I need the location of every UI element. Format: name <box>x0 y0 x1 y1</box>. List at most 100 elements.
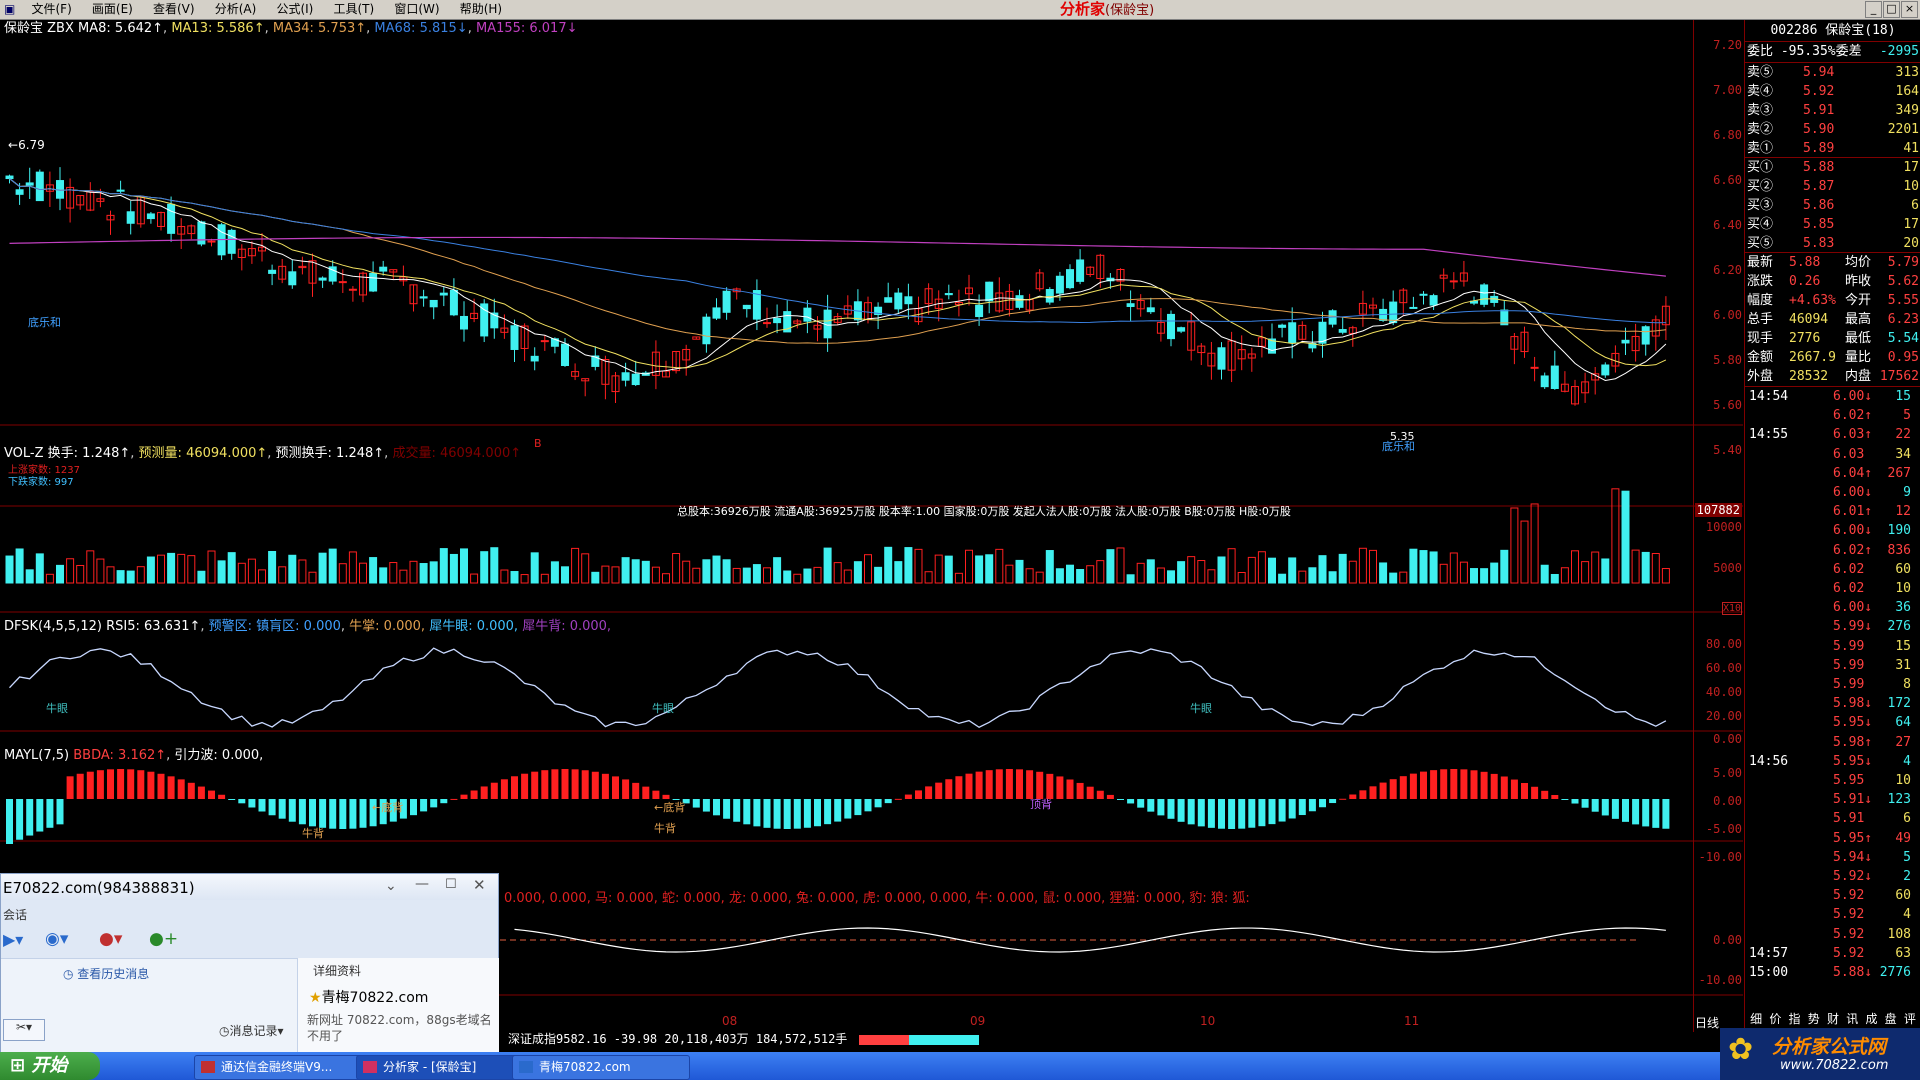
menu-help[interactable]: 帮助(H) <box>452 0 510 19</box>
buy-marker: B <box>534 437 542 450</box>
volume-bar <box>823 547 832 584</box>
tick-row: 5.92 60 <box>1745 886 1920 905</box>
mayl-bar <box>460 794 468 799</box>
menu-file[interactable]: 文件(F) <box>23 0 79 19</box>
xiniu-yan: 犀牛眼: 0.000, <box>429 619 519 634</box>
volume-bar <box>1197 560 1206 584</box>
candle-body <box>439 292 448 296</box>
task-chat[interactable]: 青梅70822.com <box>512 1055 690 1080</box>
volume-bar <box>702 559 711 584</box>
remove-user-icon[interactable]: ●▾ <box>99 929 122 949</box>
volume-bar <box>813 566 822 584</box>
chat-minimize-button[interactable]: — <box>415 876 429 892</box>
dfsk-tick: 60.00 <box>1705 661 1742 675</box>
ask-volume: 349 <box>1895 103 1919 118</box>
stat-row: 总手 46094 最高 6.23 <box>1745 310 1920 329</box>
stat-row: 现手 2776 最低 5.54 <box>1745 329 1920 348</box>
mayl-bar <box>1167 799 1175 819</box>
task-tdx[interactable]: 通达信金融终端V9... <box>194 1055 372 1080</box>
logo-name: 分析家公式网 <box>1772 1036 1887 1058</box>
quote-tabs[interactable]: 细 价 指 势 财 讯 成 盘 评 <box>1745 1010 1920 1029</box>
volume-bar <box>480 551 489 584</box>
chat-tools-button[interactable]: ✂▾ <box>3 1019 45 1041</box>
mayl-bar <box>127 769 135 799</box>
candle-body <box>621 372 630 381</box>
tick-price: 5.92 <box>1833 907 1865 923</box>
tick-time: 14:56 <box>1749 753 1789 769</box>
start-label: 开始 <box>31 1055 68 1076</box>
index-status-text: 深证成指9582.16 -39.98 20,118,403万 184,572,5… <box>508 1032 848 1046</box>
volume-bar <box>379 567 388 584</box>
history-link[interactable]: ◷ 查看历史消息 <box>63 965 149 982</box>
msg-log-button[interactable]: ◷消息记录▾ <box>219 1022 284 1039</box>
chat-close-button[interactable]: ✕ <box>473 876 486 894</box>
volume-bar <box>1318 555 1327 584</box>
volume-bar <box>621 557 630 584</box>
mayl-bar <box>1016 769 1023 799</box>
mayl-bar <box>814 799 821 827</box>
candle-body <box>1540 375 1549 388</box>
minimize-button[interactable]: _ <box>1865 1 1882 18</box>
tick-price: 5.95 <box>1833 773 1865 788</box>
chat-menu-icon[interactable]: ⌄ <box>385 878 397 894</box>
tick-time: 14:54 <box>1749 389 1789 404</box>
menu-tools[interactable]: 工具(T) <box>325 0 382 19</box>
video-icon[interactable]: ▶▾ <box>3 930 23 949</box>
volume-bar <box>35 553 44 584</box>
mayl-bar <box>884 799 892 804</box>
bid-price: 5.88 <box>1803 160 1835 175</box>
detail-tab[interactable]: 详细资料 <box>313 962 361 979</box>
tick-row: 5.99 15 <box>1745 637 1920 656</box>
volume-bar <box>247 558 256 584</box>
start-button[interactable]: ⊞ 开始 <box>0 1052 100 1080</box>
volume-bar <box>864 554 872 584</box>
volume-bar <box>470 573 479 584</box>
add-user-icon[interactable]: ●+ <box>149 929 178 949</box>
share-icon[interactable]: ◉▾ <box>45 929 68 949</box>
tick-row: 5.92 108 <box>1745 925 1920 944</box>
candle-body <box>763 322 771 325</box>
tick-row: 6.00↓ 36 <box>1745 598 1920 617</box>
stat-label: 最低 <box>1845 331 1872 346</box>
bid-row: 买① 5.88 17 <box>1745 158 1920 177</box>
app-icon[interactable]: ▣ <box>0 0 19 19</box>
tick-volume: 36 <box>1895 600 1911 616</box>
chat-window[interactable]: E70822.com(984388831) ⌄ — ☐ ✕ 会话 ▶▾ ◉▾ ●… <box>0 873 499 1054</box>
pred-vol-label: 预测量: <box>138 446 182 461</box>
volume-bar <box>86 550 95 584</box>
mayl-bar <box>1248 799 1256 828</box>
volume-bar <box>1187 556 1196 584</box>
candle-body <box>449 289 458 316</box>
close-button[interactable]: × <box>1901 1 1918 18</box>
tick-volume: 63 <box>1895 945 1911 961</box>
mayl-bar <box>1389 779 1397 799</box>
tick-price: 5.98↓ <box>1833 696 1873 712</box>
mayl-bar <box>1541 790 1549 799</box>
task-fxj[interactable]: 分析家 - [保龄宝] <box>356 1055 524 1080</box>
candle-body <box>1419 293 1428 296</box>
restore-button[interactable]: □ <box>1883 1 1900 18</box>
menu-view-screen[interactable]: 画面(E) <box>84 0 141 19</box>
rsi-line <box>9 647 1667 728</box>
mayl-bar <box>1521 782 1528 799</box>
volume-bar <box>1066 564 1074 584</box>
mayl-bar <box>117 769 125 799</box>
volume-bar <box>1298 570 1307 584</box>
vol-axis-top: 107882 <box>1694 503 1742 517</box>
ma13-line <box>9 178 1667 369</box>
menu-window[interactable]: 窗口(W) <box>386 0 447 19</box>
mayl-bar <box>288 799 296 822</box>
volume-bar <box>197 570 206 584</box>
weibi-row: 委比 -95.35%委差 -2995 <box>1745 42 1920 61</box>
menu-view[interactable]: 查看(V) <box>145 0 203 19</box>
stat-value: 5.55 <box>1887 293 1919 308</box>
stat-label: 总手 <box>1747 312 1774 327</box>
mayl-bar <box>1127 799 1135 804</box>
fxj-icon <box>363 1061 377 1073</box>
candle-body <box>1429 295 1438 306</box>
down-bar <box>908 1034 979 1045</box>
menu-analysis[interactable]: 分析(A) <box>207 0 265 19</box>
chat-maximize-button[interactable]: ☐ <box>445 877 457 892</box>
menu-formula[interactable]: 公式(I) <box>268 0 321 19</box>
ask-price: 5.89 <box>1803 141 1835 156</box>
